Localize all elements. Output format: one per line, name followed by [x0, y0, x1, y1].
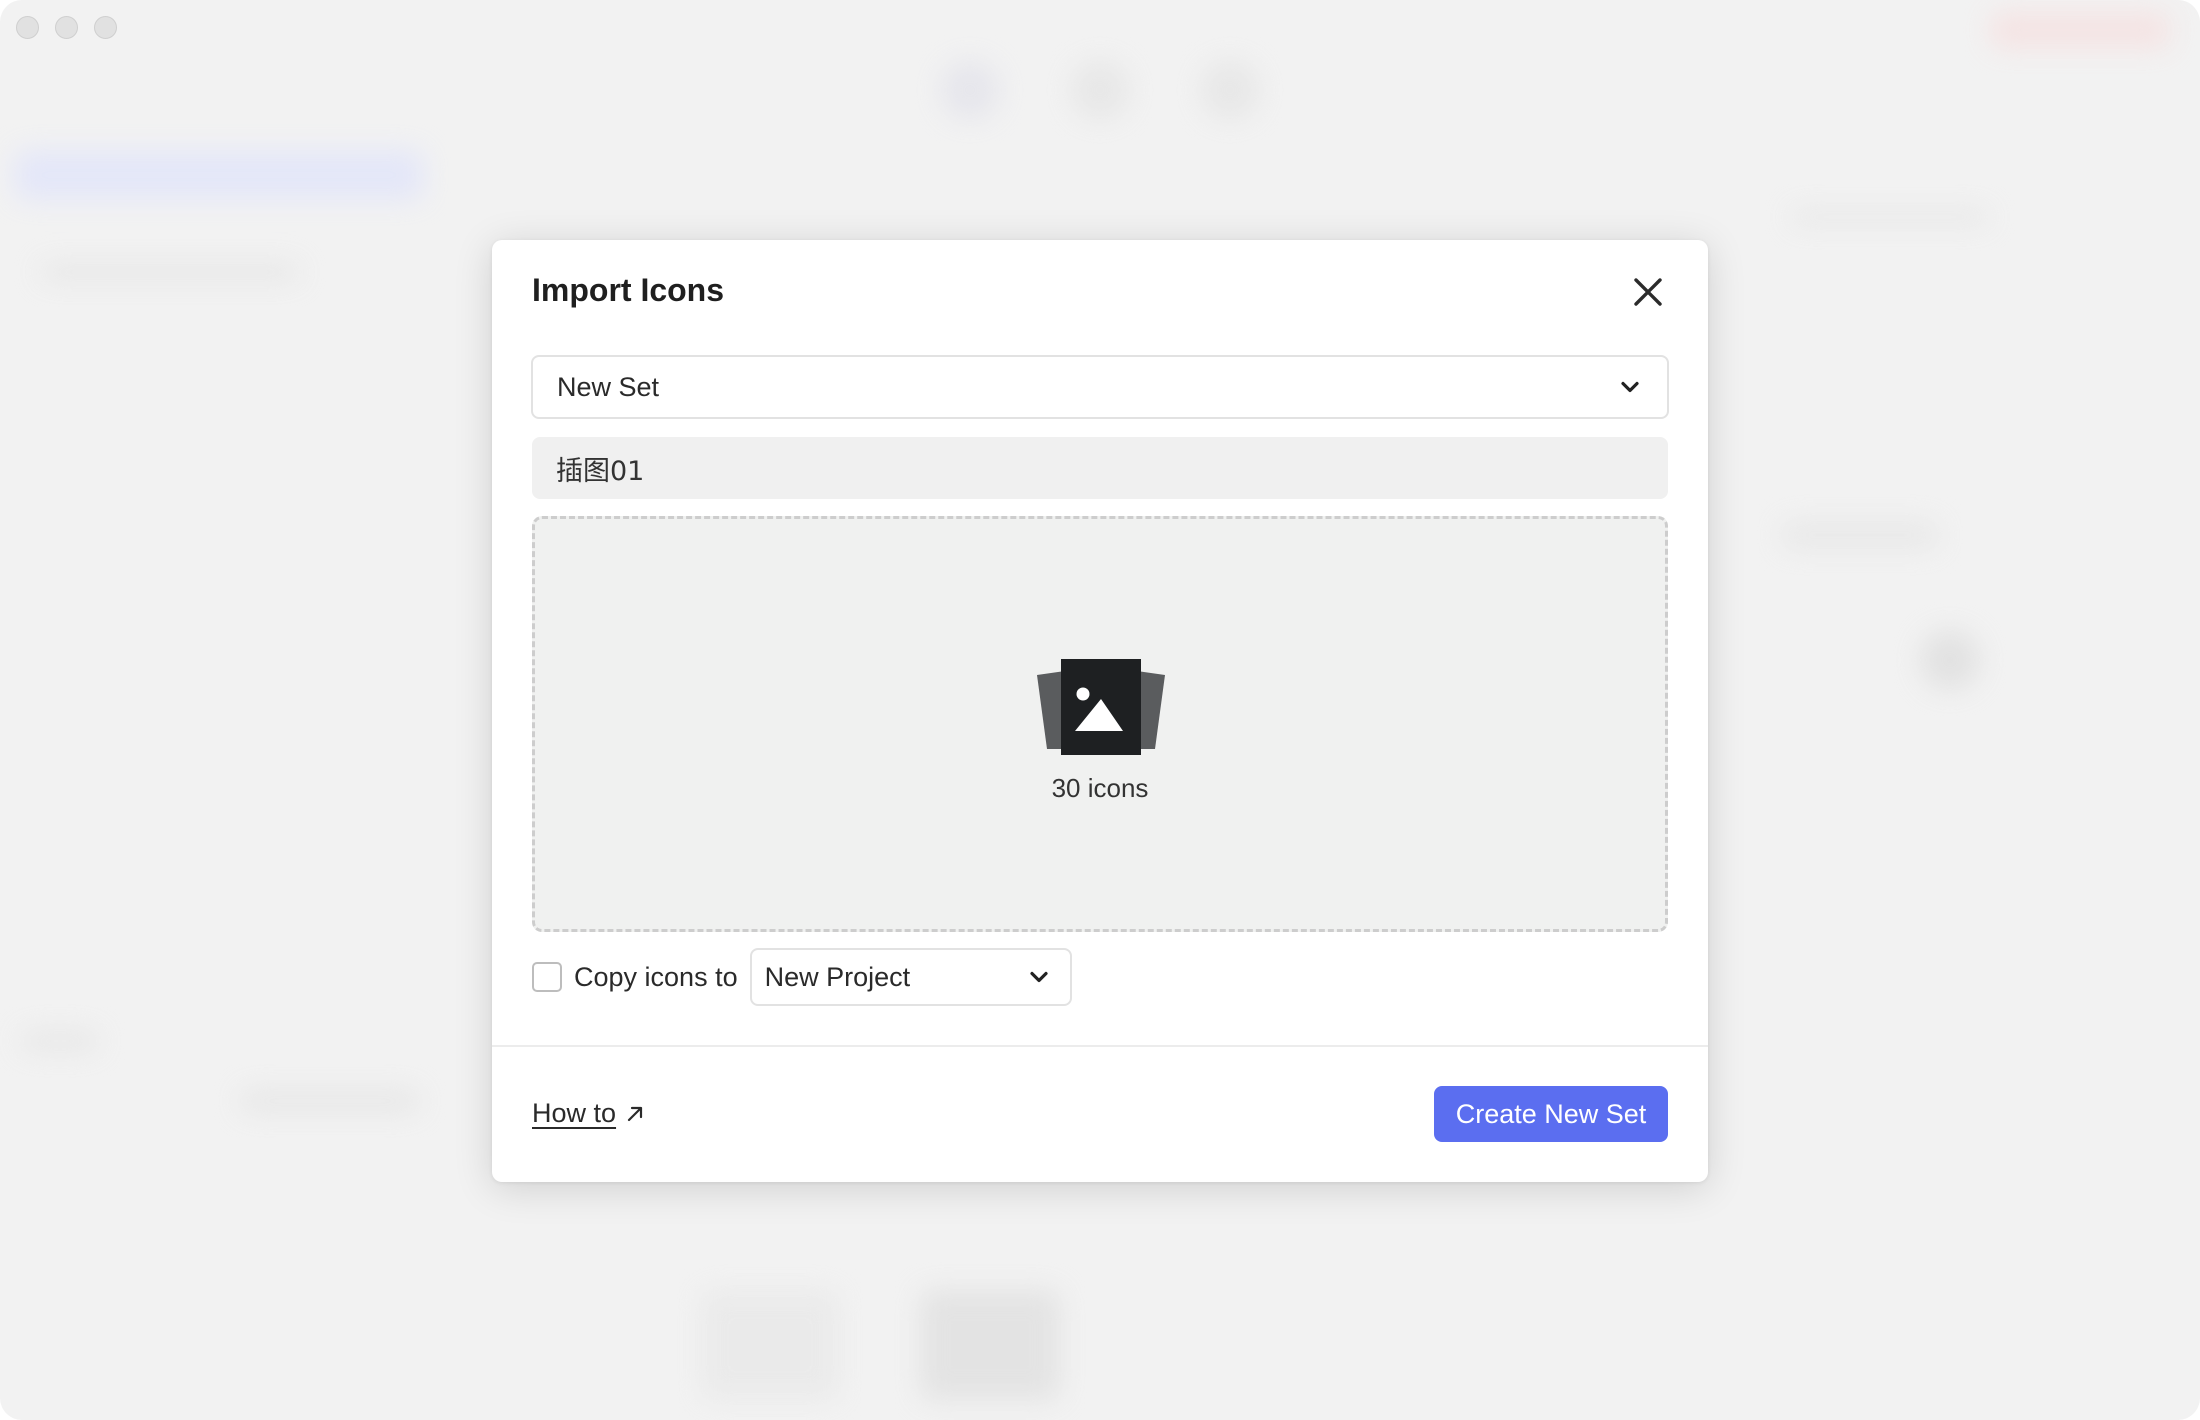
bg-right-panel-line [1790, 210, 1990, 224]
icon-dropzone[interactable]: 30 icons [532, 516, 1668, 932]
chevron-down-icon [1621, 381, 1639, 393]
footer-divider [492, 1045, 1708, 1047]
set-select[interactable]: New Set [531, 355, 1669, 419]
bg-right-panel-avatar [1920, 630, 1980, 690]
image-stack-icon [1035, 659, 1167, 755]
bg-left-list-line [240, 1090, 420, 1112]
bg-right-panel-line [1780, 520, 1940, 550]
dialog-title: Import Icons [532, 272, 725, 308]
how-to-link[interactable]: How to [532, 1098, 646, 1129]
window-close-button[interactable] [16, 16, 39, 39]
bg-grid-cell [920, 1290, 1060, 1400]
set-select-value: New Set [557, 371, 660, 402]
bg-grid-cell [700, 1290, 840, 1400]
bg-sidebar-line [40, 265, 300, 279]
bg-left-list-line [20, 1030, 100, 1052]
window-controls [16, 16, 117, 39]
bg-toolbar-dot [1070, 60, 1130, 120]
window-minimize-button[interactable] [55, 16, 78, 39]
copy-icons-row: Copy icons to New Project [532, 948, 1072, 1006]
project-select-value: New Project [764, 961, 911, 992]
external-link-icon [627, 1106, 643, 1121]
app-window: Import Icons New Set 插图01 30 icons Copy … [0, 0, 2200, 1420]
copy-icons-checkbox[interactable] [532, 962, 562, 992]
copy-icons-label: Copy icons to [574, 961, 738, 992]
icon-count-label: 30 icons [1051, 773, 1149, 803]
close-icon [1634, 278, 1662, 306]
import-icons-dialog: Import Icons New Set 插图01 30 icons Copy … [492, 240, 1708, 1182]
project-select[interactable]: New Project [749, 948, 1072, 1006]
close-button[interactable] [1628, 272, 1668, 312]
set-name-input[interactable] [532, 437, 1668, 499]
bg-sidebar-highlight [14, 150, 424, 200]
bg-top-right-badge [1990, 12, 2170, 48]
bg-toolbar-dot [940, 60, 1000, 120]
window-zoom-button[interactable] [94, 16, 117, 39]
create-new-set-button[interactable]: Create New Set [1434, 1086, 1668, 1142]
bg-toolbar-dot [1200, 60, 1260, 120]
chevron-down-icon [1029, 971, 1048, 983]
how-to-label: How to [532, 1098, 617, 1128]
